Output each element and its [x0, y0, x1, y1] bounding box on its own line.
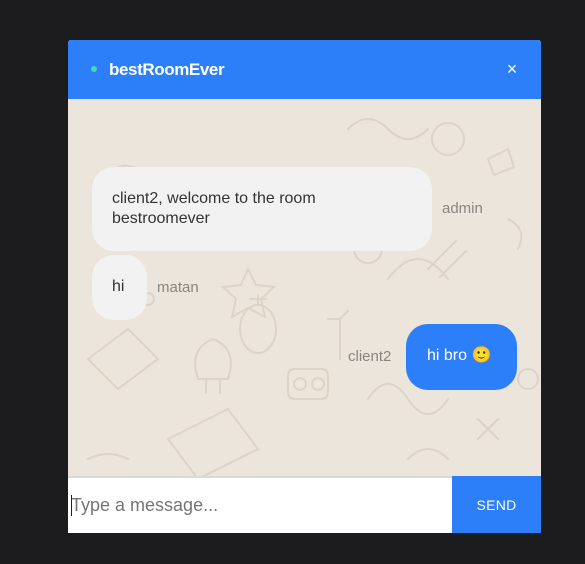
online-status-icon: [91, 66, 97, 72]
send-button[interactable]: SEND: [452, 476, 541, 533]
message-sender: matan: [157, 279, 199, 296]
message-text: client2, welcome to the room bestroomeve…: [112, 190, 316, 227]
message-sender: admin: [442, 200, 483, 217]
messages-area[interactable]: client2, welcome to the room bestroomeve…: [68, 99, 541, 476]
chat-window: bestRoomEver × client2, welcome to the r…: [68, 40, 541, 533]
message-bubble: hi: [92, 255, 147, 320]
room-title: bestRoomEver: [109, 60, 225, 79]
message-text: hi bro 🙂: [427, 347, 492, 364]
message-text: hi: [112, 278, 125, 295]
message-composer: SEND: [68, 476, 541, 533]
chat-header: bestRoomEver ×: [68, 40, 541, 99]
message-bubble-own: hi bro 🙂: [406, 324, 517, 390]
text-cursor: [71, 495, 72, 516]
close-icon[interactable]: ×: [501, 58, 523, 80]
message-input[interactable]: [71, 478, 451, 533]
message-sender: client2: [348, 348, 392, 365]
message-bubble: client2, welcome to the room bestroomeve…: [92, 167, 432, 251]
